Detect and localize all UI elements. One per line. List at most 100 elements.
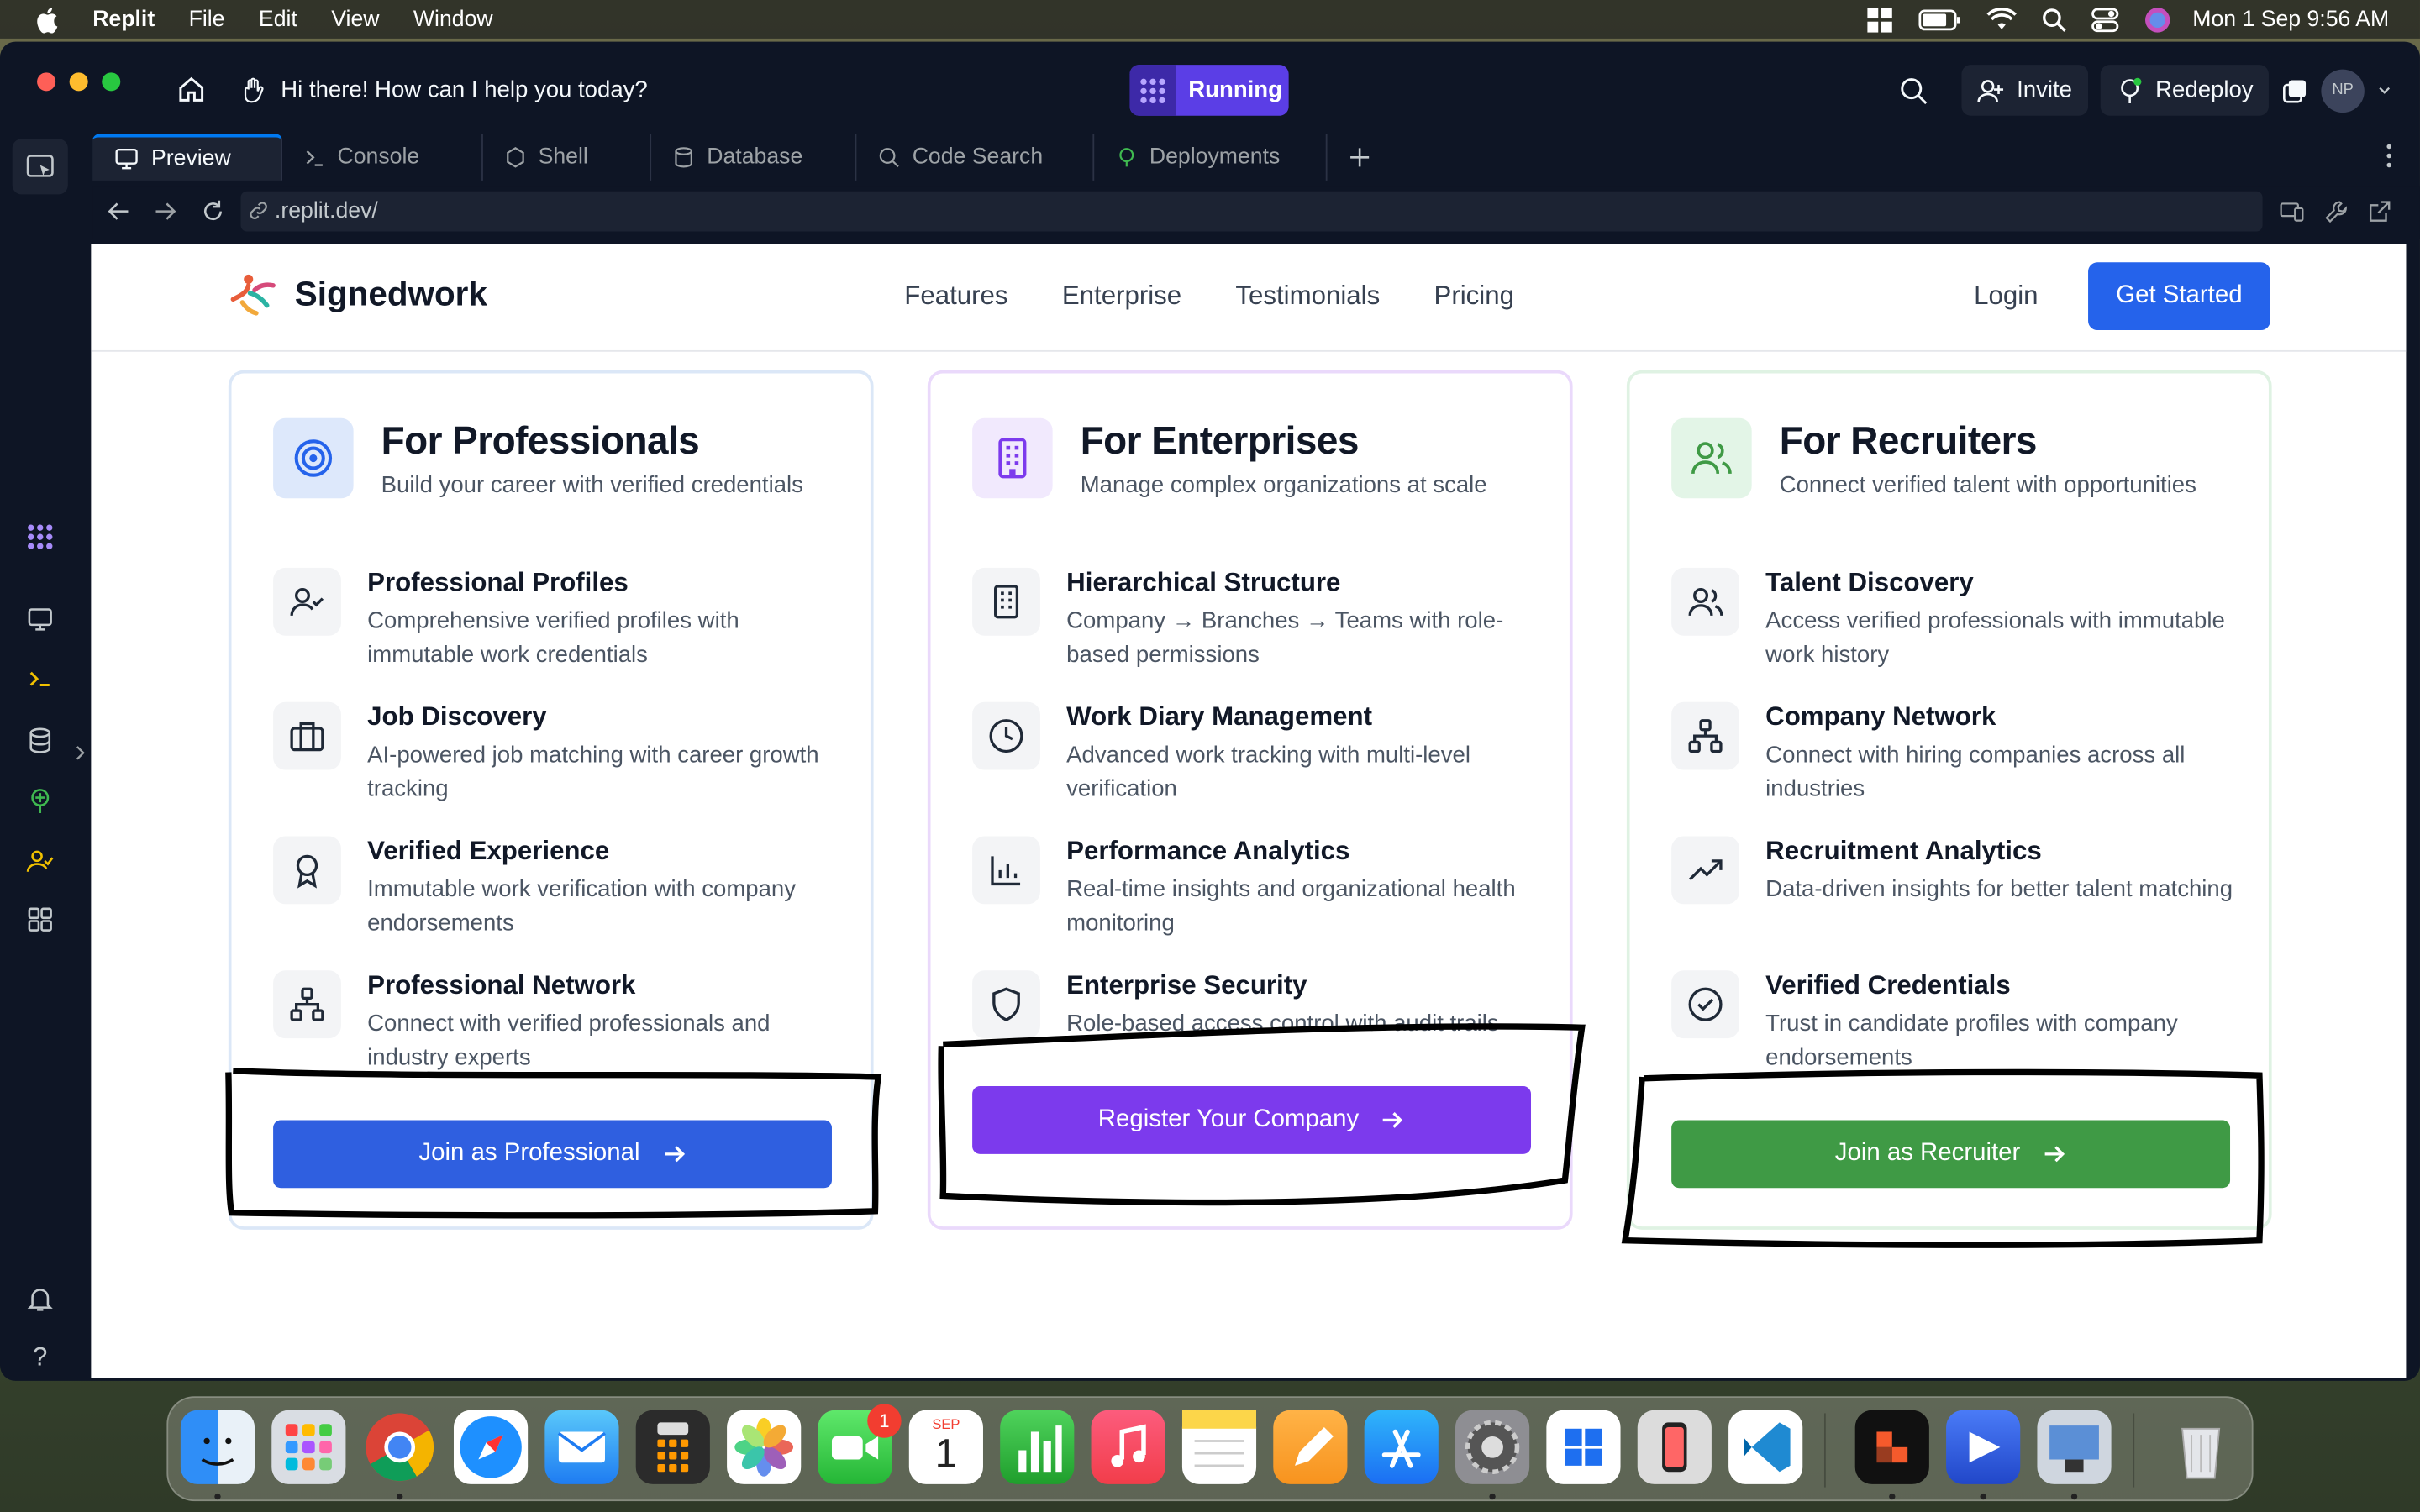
invite-label: Invite <box>2017 76 2072 104</box>
dock-mail[interactable] <box>544 1410 619 1484</box>
dock-preview[interactable] <box>2037 1410 2112 1484</box>
tab-code-search[interactable]: Code Search <box>857 134 1094 181</box>
apps-grid-icon[interactable] <box>22 901 59 938</box>
nav-link-testimonials[interactable]: Testimonials <box>1235 281 1380 312</box>
dock-safari[interactable] <box>453 1410 529 1484</box>
database-icon[interactable] <box>22 722 59 759</box>
dock-numbers[interactable] <box>1000 1410 1075 1484</box>
chevron-down-icon[interactable] <box>2377 82 2392 97</box>
cta-label: Register Your Company <box>1097 1105 1360 1133</box>
user-check-icon <box>273 567 341 636</box>
control-center-icon[interactable] <box>2091 7 2118 32</box>
help-icon[interactable]: ? <box>22 1339 59 1376</box>
menu-window[interactable]: Window <box>413 7 493 31</box>
menu-view[interactable]: View <box>331 7 379 31</box>
dock-photos[interactable] <box>727 1410 802 1484</box>
dock-app-store[interactable] <box>1364 1410 1439 1484</box>
login-link[interactable]: Login <box>1974 281 2038 312</box>
invite-button[interactable]: Invite <box>1960 65 2088 116</box>
dock-chrome[interactable] <box>363 1410 437 1484</box>
copy-icon[interactable] <box>2281 76 2309 104</box>
external-link-icon[interactable] <box>2367 199 2391 223</box>
tab-console[interactable]: Console <box>281 134 483 181</box>
tab-database[interactable]: Database <box>651 134 857 181</box>
close-window-button[interactable] <box>37 72 56 92</box>
menu-app-name[interactable]: Replit <box>92 7 155 31</box>
wrench-icon[interactable] <box>2324 199 2349 223</box>
add-tab-icon[interactable] <box>1349 134 1371 181</box>
dock-iphone-mirroring[interactable] <box>1637 1410 1712 1484</box>
dock-calculator[interactable] <box>635 1410 710 1484</box>
feature-desc: AI-powered job matching with career grow… <box>367 742 819 803</box>
search-icon[interactable] <box>1900 76 1928 104</box>
home-icon[interactable] <box>176 74 207 113</box>
tab-preview[interactable]: Preview <box>92 134 282 181</box>
deploy-icon[interactable] <box>22 782 59 819</box>
select-tool-icon[interactable] <box>12 139 68 195</box>
url-input[interactable]: .replit.dev/ <box>240 191 2263 232</box>
join-as-professional-button[interactable]: Join as Professional <box>273 1120 832 1189</box>
feature-title: Talent Discovery <box>1765 567 1974 597</box>
card-subtitle: Build your career with verified credenti… <box>381 472 803 499</box>
menu-file[interactable]: File <box>189 7 225 31</box>
devices-icon[interactable] <box>2280 199 2304 223</box>
register-your-company-button[interactable]: Register Your Company <box>972 1086 1532 1154</box>
bar-chart-icon <box>972 836 1040 905</box>
nav-link-enterprise[interactable]: Enterprise <box>1062 281 1181 312</box>
forward-arrow-icon[interactable] <box>153 199 177 223</box>
network-icon <box>1671 701 1739 770</box>
menu-edit[interactable]: Edit <box>259 7 297 31</box>
user-check-icon[interactable] <box>22 843 59 879</box>
join-as-recruiter-button[interactable]: Join as Recruiter <box>1671 1120 2231 1189</box>
terminal-icon[interactable] <box>22 660 59 697</box>
feature-title: Recruitment Analytics <box>1765 836 2042 866</box>
windows-grid-icon[interactable] <box>1865 5 1893 33</box>
dock-trash[interactable] <box>2164 1410 2238 1484</box>
dock-music[interactable] <box>1091 1410 1165 1484</box>
reload-icon[interactable] <box>201 199 225 223</box>
get-started-button[interactable]: Get Started <box>2088 262 2270 331</box>
cta-label: Join as Recruiter <box>1834 1140 2021 1167</box>
users-icon <box>1671 567 1739 636</box>
feature-desc: Immutable work verification with company… <box>367 876 797 937</box>
expand-chevron-icon[interactable] <box>71 734 89 771</box>
signedwork-logo-icon <box>230 271 280 318</box>
wifi-icon[interactable] <box>1986 7 2017 31</box>
dock-windows-app[interactable] <box>1546 1410 1621 1484</box>
dock-notes[interactable] <box>1181 1410 1257 1484</box>
dock-pages[interactable] <box>1273 1410 1348 1484</box>
monitor-icon[interactable] <box>22 600 59 637</box>
card-title: For Enterprises <box>1080 419 1360 464</box>
nav-link-pricing[interactable]: Pricing <box>1434 281 1514 312</box>
dock-app[interactable] <box>1854 1410 1929 1484</box>
redeploy-button[interactable]: Redeploy <box>2100 65 2269 116</box>
tab-shell[interactable]: Shell <box>482 134 652 181</box>
battery-icon[interactable] <box>1918 8 1960 30</box>
clock[interactable]: Mon 1 Sep 9:56 AM <box>2192 7 2389 31</box>
nav-link-features[interactable]: Features <box>904 281 1007 312</box>
feature-title: Enterprise Security <box>1066 970 1307 1000</box>
siri-icon[interactable] <box>2144 5 2171 33</box>
agent-prompt[interactable]: Hi there! How can I help you today? <box>241 70 648 110</box>
more-options-icon[interactable] <box>2386 144 2392 168</box>
dock-app[interactable] <box>1946 1410 2021 1484</box>
brand[interactable]: Signedwork <box>230 271 487 318</box>
dock-vscode[interactable] <box>1728 1410 1803 1484</box>
back-arrow-icon[interactable] <box>107 199 131 223</box>
dock-finder[interactable] <box>180 1410 255 1484</box>
apple-icon[interactable] <box>34 5 58 33</box>
dock-launchpad[interactable] <box>271 1410 346 1484</box>
feature-desc: Comprehensive verified profiles with imm… <box>367 607 739 669</box>
minimize-window-button[interactable] <box>69 72 88 92</box>
dock-calendar[interactable]: SEP 1 <box>908 1410 983 1484</box>
maximize-window-button[interactable] <box>102 72 121 92</box>
run-status-button[interactable]: Running <box>1129 65 1289 116</box>
avatar[interactable]: NP <box>2321 68 2365 113</box>
tab-deployments[interactable]: Deployments <box>1094 134 1328 181</box>
dock-system-settings[interactable] <box>1455 1410 1530 1484</box>
agent-icon[interactable] <box>22 518 59 555</box>
search-icon[interactable] <box>2041 7 2066 31</box>
alert-bell-icon[interactable] <box>22 1280 59 1317</box>
professionals-card: For Professionals Build your career with… <box>228 370 874 1230</box>
clock-icon <box>972 701 1040 770</box>
